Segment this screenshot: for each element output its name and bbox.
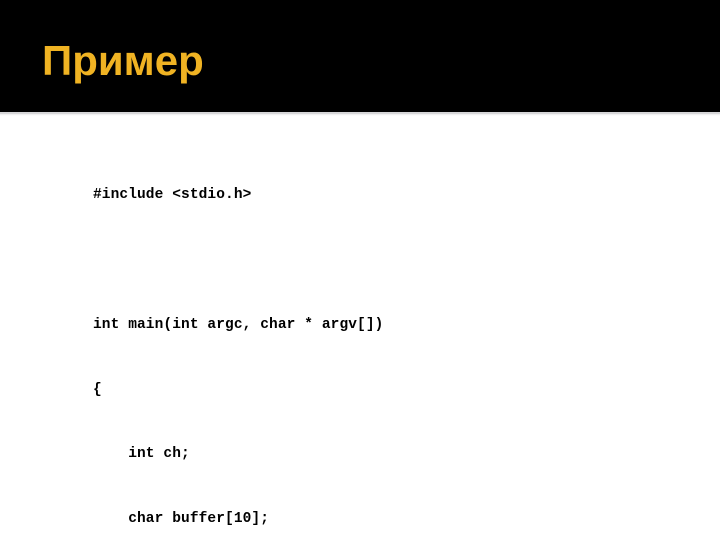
code-line: int ch; (93, 446, 190, 463)
page-title: Пример (42, 37, 204, 84)
code-line: { (93, 381, 102, 398)
code-line: #include <stdio.h> (93, 187, 252, 204)
code-line: int main(int argc, char * argv[]) (93, 316, 384, 333)
code-listing: #include <stdio.h> int main(int argc, ch… (93, 142, 693, 540)
slide: Пример #include <stdio.h> int main(int a… (0, 0, 720, 540)
code-line: char buffer[10]; (93, 511, 270, 528)
header-divider (0, 112, 720, 116)
